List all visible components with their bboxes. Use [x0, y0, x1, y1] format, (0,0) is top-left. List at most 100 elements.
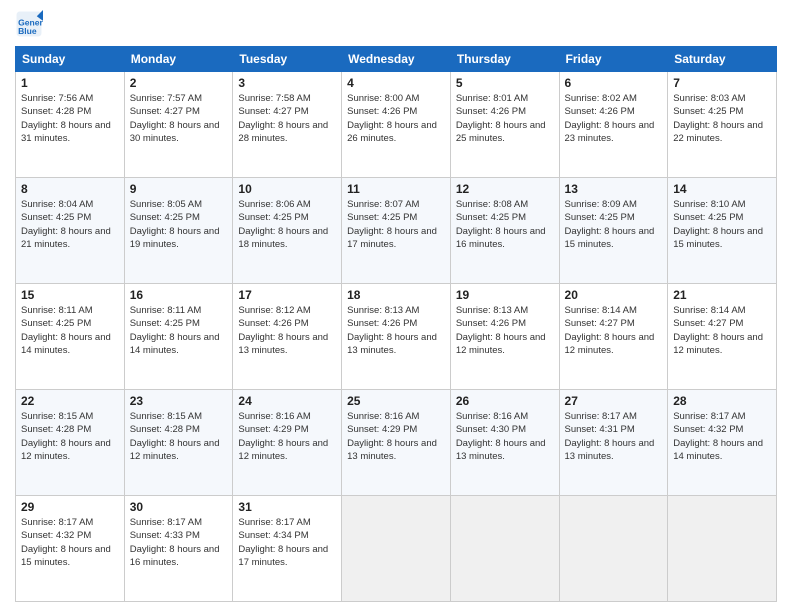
day-info: Sunrise: 8:11 AM Sunset: 4:25 PM Dayligh…	[21, 304, 119, 357]
calendar-day-cell: 29 Sunrise: 8:17 AM Sunset: 4:32 PM Dayl…	[16, 496, 125, 602]
calendar-day-cell: 17 Sunrise: 8:12 AM Sunset: 4:26 PM Dayl…	[233, 284, 342, 390]
day-info: Sunrise: 8:17 AM Sunset: 4:33 PM Dayligh…	[130, 516, 228, 569]
day-info: Sunrise: 8:14 AM Sunset: 4:27 PM Dayligh…	[673, 304, 771, 357]
day-number: 4	[347, 76, 445, 90]
calendar-day-cell	[450, 496, 559, 602]
col-saturday: Saturday	[668, 47, 777, 72]
calendar-day-cell: 30 Sunrise: 8:17 AM Sunset: 4:33 PM Dayl…	[124, 496, 233, 602]
day-number: 7	[673, 76, 771, 90]
calendar-day-cell: 18 Sunrise: 8:13 AM Sunset: 4:26 PM Dayl…	[342, 284, 451, 390]
day-info: Sunrise: 8:17 AM Sunset: 4:31 PM Dayligh…	[565, 410, 663, 463]
day-number: 11	[347, 182, 445, 196]
day-info: Sunrise: 8:07 AM Sunset: 4:25 PM Dayligh…	[347, 198, 445, 251]
calendar-day-cell: 13 Sunrise: 8:09 AM Sunset: 4:25 PM Dayl…	[559, 178, 668, 284]
day-info: Sunrise: 8:17 AM Sunset: 4:34 PM Dayligh…	[238, 516, 336, 569]
calendar-day-cell: 28 Sunrise: 8:17 AM Sunset: 4:32 PM Dayl…	[668, 390, 777, 496]
calendar-week-row: 1 Sunrise: 7:56 AM Sunset: 4:28 PM Dayli…	[16, 72, 777, 178]
calendar-day-cell	[559, 496, 668, 602]
calendar-day-cell: 20 Sunrise: 8:14 AM Sunset: 4:27 PM Dayl…	[559, 284, 668, 390]
col-friday: Friday	[559, 47, 668, 72]
calendar-day-cell: 9 Sunrise: 8:05 AM Sunset: 4:25 PM Dayli…	[124, 178, 233, 284]
calendar-header-row: Sunday Monday Tuesday Wednesday Thursday…	[16, 47, 777, 72]
calendar-day-cell: 11 Sunrise: 8:07 AM Sunset: 4:25 PM Dayl…	[342, 178, 451, 284]
header: General Blue	[15, 10, 777, 38]
calendar-day-cell: 3 Sunrise: 7:58 AM Sunset: 4:27 PM Dayli…	[233, 72, 342, 178]
calendar-day-cell: 4 Sunrise: 8:00 AM Sunset: 4:26 PM Dayli…	[342, 72, 451, 178]
day-info: Sunrise: 8:17 AM Sunset: 4:32 PM Dayligh…	[673, 410, 771, 463]
calendar-day-cell: 2 Sunrise: 7:57 AM Sunset: 4:27 PM Dayli…	[124, 72, 233, 178]
calendar-day-cell: 14 Sunrise: 8:10 AM Sunset: 4:25 PM Dayl…	[668, 178, 777, 284]
day-info: Sunrise: 8:14 AM Sunset: 4:27 PM Dayligh…	[565, 304, 663, 357]
day-info: Sunrise: 8:10 AM Sunset: 4:25 PM Dayligh…	[673, 198, 771, 251]
day-info: Sunrise: 8:12 AM Sunset: 4:26 PM Dayligh…	[238, 304, 336, 357]
day-number: 5	[456, 76, 554, 90]
day-info: Sunrise: 8:16 AM Sunset: 4:30 PM Dayligh…	[456, 410, 554, 463]
day-info: Sunrise: 8:11 AM Sunset: 4:25 PM Dayligh…	[130, 304, 228, 357]
calendar-day-cell: 10 Sunrise: 8:06 AM Sunset: 4:25 PM Dayl…	[233, 178, 342, 284]
day-number: 15	[21, 288, 119, 302]
day-info: Sunrise: 8:15 AM Sunset: 4:28 PM Dayligh…	[130, 410, 228, 463]
day-info: Sunrise: 8:08 AM Sunset: 4:25 PM Dayligh…	[456, 198, 554, 251]
day-number: 13	[565, 182, 663, 196]
day-info: Sunrise: 8:04 AM Sunset: 4:25 PM Dayligh…	[21, 198, 119, 251]
day-info: Sunrise: 7:57 AM Sunset: 4:27 PM Dayligh…	[130, 92, 228, 145]
calendar: Sunday Monday Tuesday Wednesday Thursday…	[15, 46, 777, 602]
calendar-day-cell: 12 Sunrise: 8:08 AM Sunset: 4:25 PM Dayl…	[450, 178, 559, 284]
day-number: 24	[238, 394, 336, 408]
col-wednesday: Wednesday	[342, 47, 451, 72]
calendar-day-cell: 5 Sunrise: 8:01 AM Sunset: 4:26 PM Dayli…	[450, 72, 559, 178]
calendar-day-cell: 6 Sunrise: 8:02 AM Sunset: 4:26 PM Dayli…	[559, 72, 668, 178]
day-info: Sunrise: 8:02 AM Sunset: 4:26 PM Dayligh…	[565, 92, 663, 145]
day-info: Sunrise: 7:56 AM Sunset: 4:28 PM Dayligh…	[21, 92, 119, 145]
calendar-day-cell: 21 Sunrise: 8:14 AM Sunset: 4:27 PM Dayl…	[668, 284, 777, 390]
day-number: 21	[673, 288, 771, 302]
calendar-day-cell	[342, 496, 451, 602]
svg-text:Blue: Blue	[18, 26, 37, 36]
day-number: 6	[565, 76, 663, 90]
calendar-day-cell: 7 Sunrise: 8:03 AM Sunset: 4:25 PM Dayli…	[668, 72, 777, 178]
day-info: Sunrise: 8:05 AM Sunset: 4:25 PM Dayligh…	[130, 198, 228, 251]
day-number: 18	[347, 288, 445, 302]
day-info: Sunrise: 8:17 AM Sunset: 4:32 PM Dayligh…	[21, 516, 119, 569]
day-info: Sunrise: 7:58 AM Sunset: 4:27 PM Dayligh…	[238, 92, 336, 145]
col-monday: Monday	[124, 47, 233, 72]
day-number: 2	[130, 76, 228, 90]
calendar-week-row: 15 Sunrise: 8:11 AM Sunset: 4:25 PM Dayl…	[16, 284, 777, 390]
day-info: Sunrise: 8:15 AM Sunset: 4:28 PM Dayligh…	[21, 410, 119, 463]
day-info: Sunrise: 8:00 AM Sunset: 4:26 PM Dayligh…	[347, 92, 445, 145]
day-number: 12	[456, 182, 554, 196]
day-number: 19	[456, 288, 554, 302]
day-number: 25	[347, 394, 445, 408]
calendar-day-cell: 16 Sunrise: 8:11 AM Sunset: 4:25 PM Dayl…	[124, 284, 233, 390]
day-number: 26	[456, 394, 554, 408]
calendar-day-cell: 24 Sunrise: 8:16 AM Sunset: 4:29 PM Dayl…	[233, 390, 342, 496]
col-tuesday: Tuesday	[233, 47, 342, 72]
col-sunday: Sunday	[16, 47, 125, 72]
calendar-day-cell: 22 Sunrise: 8:15 AM Sunset: 4:28 PM Dayl…	[16, 390, 125, 496]
day-info: Sunrise: 8:13 AM Sunset: 4:26 PM Dayligh…	[456, 304, 554, 357]
day-number: 16	[130, 288, 228, 302]
day-number: 1	[21, 76, 119, 90]
calendar-day-cell: 8 Sunrise: 8:04 AM Sunset: 4:25 PM Dayli…	[16, 178, 125, 284]
calendar-day-cell: 26 Sunrise: 8:16 AM Sunset: 4:30 PM Dayl…	[450, 390, 559, 496]
day-number: 28	[673, 394, 771, 408]
calendar-day-cell: 19 Sunrise: 8:13 AM Sunset: 4:26 PM Dayl…	[450, 284, 559, 390]
calendar-day-cell: 31 Sunrise: 8:17 AM Sunset: 4:34 PM Dayl…	[233, 496, 342, 602]
day-number: 8	[21, 182, 119, 196]
day-info: Sunrise: 8:16 AM Sunset: 4:29 PM Dayligh…	[347, 410, 445, 463]
day-number: 20	[565, 288, 663, 302]
day-number: 10	[238, 182, 336, 196]
calendar-week-row: 29 Sunrise: 8:17 AM Sunset: 4:32 PM Dayl…	[16, 496, 777, 602]
calendar-day-cell: 25 Sunrise: 8:16 AM Sunset: 4:29 PM Dayl…	[342, 390, 451, 496]
day-number: 31	[238, 500, 336, 514]
day-number: 22	[21, 394, 119, 408]
day-info: Sunrise: 8:03 AM Sunset: 4:25 PM Dayligh…	[673, 92, 771, 145]
day-number: 27	[565, 394, 663, 408]
col-thursday: Thursday	[450, 47, 559, 72]
day-info: Sunrise: 8:09 AM Sunset: 4:25 PM Dayligh…	[565, 198, 663, 251]
day-number: 3	[238, 76, 336, 90]
calendar-week-row: 22 Sunrise: 8:15 AM Sunset: 4:28 PM Dayl…	[16, 390, 777, 496]
calendar-day-cell: 23 Sunrise: 8:15 AM Sunset: 4:28 PM Dayl…	[124, 390, 233, 496]
calendar-day-cell: 27 Sunrise: 8:17 AM Sunset: 4:31 PM Dayl…	[559, 390, 668, 496]
day-number: 9	[130, 182, 228, 196]
